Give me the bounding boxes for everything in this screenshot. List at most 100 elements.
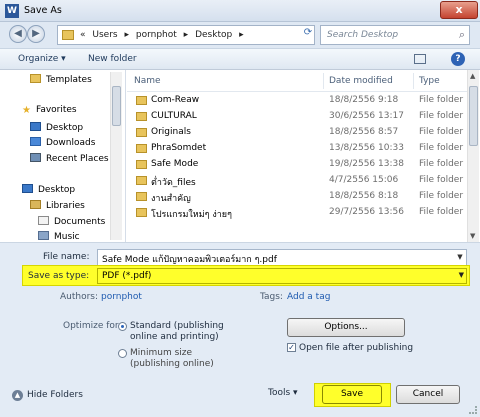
title-bar: W Save As x	[0, 0, 480, 22]
file-type: File folder	[419, 143, 464, 153]
file-name-field[interactable]: Safe Mode แก้ปัญหาคอมพิวเตอร์มาก ๆ.pdf ▼	[97, 249, 467, 266]
file-name: โปรแกรมใหม่ๆ ง่ายๆ	[151, 210, 232, 220]
nav-item-favorites[interactable]: ★ Favorites	[22, 105, 77, 116]
nav-item-downloads[interactable]: Downloads	[30, 137, 95, 148]
music-icon	[38, 231, 49, 240]
nav-item-music[interactable]: Music	[38, 231, 80, 242]
file-date: 30/6/2556 13:17	[329, 111, 404, 121]
hide-folders-button[interactable]: ▲ Hide Folders	[12, 390, 83, 401]
column-date-modified[interactable]: Date modified	[329, 76, 393, 86]
table-row[interactable]: Com-Reaw 18/8/2556 9:18 File folder	[127, 93, 467, 109]
authors-label: Authors:	[60, 292, 99, 302]
documents-icon	[38, 216, 49, 225]
scroll-up-icon[interactable]: ▲	[470, 72, 475, 80]
address-bar[interactable]: « Users ▸ pornphot ▸ Desktop ▸	[57, 25, 315, 45]
refresh-icon[interactable]: ⟳	[301, 26, 315, 40]
folder-icon	[62, 30, 74, 40]
table-row[interactable]: โปรแกรมใหม่ๆ ง่ายๆ 29/7/2556 13:56 File fo…	[127, 205, 467, 221]
save-as-type-label: Save as type:	[28, 271, 90, 281]
options-button[interactable]: Options...	[287, 318, 405, 337]
chevron-down-icon: ▾	[293, 388, 298, 398]
file-name-label: File name:	[43, 252, 90, 262]
breadcrumb-prefix[interactable]: «	[80, 30, 86, 40]
open-after-publishing-checkbox[interactable]: ✓	[287, 343, 296, 352]
organize-button[interactable]: Organize ▾	[18, 54, 66, 64]
column-divider[interactable]	[323, 73, 324, 89]
radio-minimum-size[interactable]	[118, 349, 127, 358]
toolbar: Organize ▾ New folder ?	[0, 48, 480, 70]
folder-icon	[136, 192, 147, 201]
nav-item-libraries[interactable]: Libraries	[30, 200, 85, 211]
file-name: ต่ำวัด_files	[151, 178, 196, 188]
close-button[interactable]: x	[440, 1, 478, 19]
table-row[interactable]: CULTURAL 30/6/2556 13:17 File folder	[127, 109, 467, 125]
table-row[interactable]: Safe Mode 19/8/2556 13:38 File folder	[127, 157, 467, 173]
breadcrumb: « Users ▸ pornphot ▸ Desktop ▸	[80, 30, 248, 40]
nav-item-desktop[interactable]: Desktop	[30, 122, 83, 133]
search-box[interactable]: Search Desktop ⌕	[320, 25, 470, 45]
nav-item-templates[interactable]: Templates	[30, 74, 92, 85]
table-row[interactable]: งานสำคัญ 18/8/2556 8:18 File folder	[127, 189, 467, 205]
folder-icon	[136, 144, 147, 153]
scroll-down-icon[interactable]: ▼	[470, 232, 475, 240]
column-type[interactable]: Type	[419, 76, 440, 86]
tools-button[interactable]: Tools ▾	[268, 388, 298, 398]
radio-minimum-size-label[interactable]: Minimum size (publishing online)	[130, 348, 230, 370]
file-type: File folder	[419, 175, 464, 185]
table-row[interactable]: ต่ำวัด_files 4/7/2556 15:06 File folder	[127, 173, 467, 189]
authors-value[interactable]: pornphot	[101, 292, 142, 302]
tags-label: Tags:	[260, 292, 283, 302]
save-as-type-select[interactable]: PDF (*.pdf) ▼	[97, 268, 467, 284]
open-after-publishing-label[interactable]: Open file after publishing	[299, 343, 413, 353]
search-input[interactable]: Search Desktop	[327, 30, 398, 40]
file-type: File folder	[419, 207, 464, 217]
file-date: 18/8/2556 9:18	[329, 95, 399, 105]
cancel-button[interactable]: Cancel	[396, 385, 460, 404]
nav-item-desktop-root[interactable]: Desktop	[22, 184, 75, 195]
nav-item-documents[interactable]: Documents	[38, 216, 105, 227]
desktop-icon	[30, 122, 41, 131]
table-row[interactable]: PhraSomdet 13/8/2556 10:33 File folder	[127, 141, 467, 157]
nav-scrollbar-thumb[interactable]	[112, 86, 121, 126]
nav-scrollbar[interactable]	[110, 72, 122, 240]
new-folder-button[interactable]: New folder	[88, 54, 137, 64]
help-icon[interactable]: ?	[451, 52, 465, 66]
address-row: ◀ ▶ « Users ▸ pornphot ▸ Desktop ▸ ⟳ Sea…	[0, 22, 480, 48]
folder-icon	[136, 112, 147, 121]
folder-icon	[136, 176, 147, 185]
navigation-pane: Templates ★ Favorites Desktop Downloads R…	[0, 70, 126, 242]
search-icon: ⌕	[458, 28, 465, 41]
breadcrumb-desktop[interactable]: Desktop	[195, 30, 232, 40]
file-name-value[interactable]: Safe Mode แก้ปัญหาคอมพิวเตอร์มาก ๆ.pdf	[102, 252, 277, 266]
chevron-down-icon[interactable]: ▼	[454, 250, 466, 265]
breadcrumb-users[interactable]: Users	[92, 30, 117, 40]
save-form: File name: Safe Mode แก้ปัญหาคอมพิวเตอร์…	[0, 242, 480, 417]
view-options-icon[interactable]	[414, 54, 426, 64]
column-name[interactable]: Name	[134, 76, 161, 86]
downloads-icon	[30, 137, 41, 146]
libraries-icon	[30, 200, 41, 209]
nav-item-recent-places[interactable]: Recent Places	[30, 153, 109, 164]
star-icon: ★	[22, 105, 31, 116]
file-date: 18/8/2556 8:57	[329, 127, 399, 137]
file-list-scrollbar-thumb[interactable]	[469, 86, 478, 146]
back-button[interactable]: ◀	[9, 25, 27, 43]
save-as-type-value[interactable]: PDF (*.pdf)	[102, 271, 151, 281]
radio-standard[interactable]	[118, 322, 127, 331]
file-list-scrollbar[interactable]: ▲ ▼	[467, 70, 479, 242]
column-divider[interactable]	[413, 73, 414, 89]
resize-grip-icon[interactable]	[469, 406, 477, 414]
breadcrumb-pornphot[interactable]: pornphot	[136, 30, 177, 40]
file-date: 29/7/2556 13:56	[329, 207, 404, 217]
tags-value[interactable]: Add a tag	[287, 292, 330, 302]
save-button[interactable]: Save	[322, 385, 382, 404]
window-title: Save As	[24, 5, 62, 16]
file-date: 19/8/2556 13:38	[329, 159, 404, 169]
radio-standard-label[interactable]: Standard (publishing online and printing…	[130, 321, 240, 343]
file-date: 18/8/2556 8:18	[329, 191, 399, 201]
word-app-icon: W	[5, 4, 19, 18]
chevron-down-icon[interactable]: ▼	[459, 271, 464, 279]
forward-button[interactable]: ▶	[27, 25, 45, 43]
table-row[interactable]: Originals 18/8/2556 8:57 File folder	[127, 125, 467, 141]
file-type: File folder	[419, 191, 464, 201]
